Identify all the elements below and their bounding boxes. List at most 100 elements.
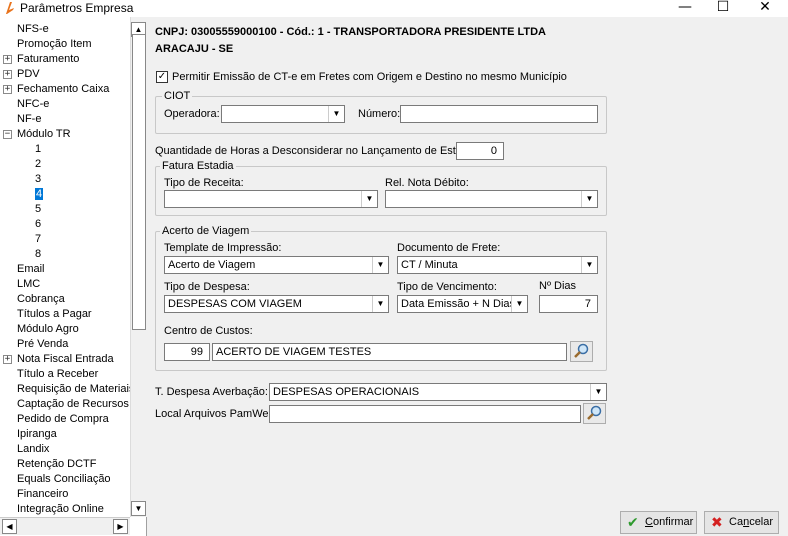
tipo-vencimento-label: Tipo de Vencimento: xyxy=(397,281,497,293)
local-arquivos-input[interactable] xyxy=(269,405,581,423)
expand-icon[interactable]: + xyxy=(3,85,12,94)
tree-item[interactable]: Requisição de Materiais xyxy=(17,382,134,397)
expand-icon[interactable]: + xyxy=(3,355,12,364)
tree-item-label: Nota Fiscal Entrada xyxy=(17,353,114,365)
tree-item[interactable]: 3 xyxy=(35,172,41,187)
tree-item[interactable]: 2 xyxy=(35,157,41,172)
centro-custos-code-input[interactable]: 99 xyxy=(164,343,210,361)
tree-item[interactable]: NFC-e xyxy=(17,97,49,112)
chevron-down-icon[interactable]: ▼ xyxy=(590,384,606,400)
template-impressao-label: Template de Impressão: xyxy=(164,242,282,254)
documento-frete-select[interactable]: CT / Minuta ▼ xyxy=(397,256,598,274)
centro-custos-desc-input[interactable]: ACERTO DE VIAGEM TESTES xyxy=(212,343,567,361)
tree-item[interactable]: LMC xyxy=(17,277,40,292)
tree-item-label: Pré Venda xyxy=(17,338,69,350)
cancelar-button[interactable]: ✖ Cancelar xyxy=(704,511,779,534)
tree-item[interactable]: Cobrança xyxy=(17,292,65,307)
template-impressao-select[interactable]: Acerto de Viagem ▼ xyxy=(164,256,389,274)
numero-input[interactable] xyxy=(400,105,598,123)
n-dias-input[interactable]: 7 xyxy=(539,295,598,313)
tree-item[interactable]: 4 xyxy=(35,187,44,202)
scrollbar-thumb[interactable] xyxy=(132,34,146,330)
tree-item[interactable]: 8 xyxy=(35,247,41,262)
tipo-vencimento-select[interactable]: Data Emissão + N Dias ▼ xyxy=(397,295,528,313)
tree-item-label: Integração Online xyxy=(17,503,104,515)
rel-nota-debito-select[interactable]: ▼ xyxy=(385,190,598,208)
tree-item[interactable]: Integração Online xyxy=(17,502,104,517)
tipo-receita-select[interactable]: ▼ xyxy=(164,190,378,208)
centro-custos-label: Centro de Custos: xyxy=(164,325,253,337)
tree-item[interactable]: Título a Receber xyxy=(17,367,98,382)
tree-item[interactable]: 5 xyxy=(35,202,41,217)
despesa-averbacao-select[interactable]: DESPESAS OPERACIONAIS ▼ xyxy=(269,383,607,401)
scroll-left-button[interactable]: ◀ xyxy=(2,519,17,534)
chevron-down-icon[interactable]: ▼ xyxy=(372,257,388,273)
tree-item[interactable]: + Fechamento Caixa xyxy=(3,82,109,97)
tree-vertical-scrollbar[interactable]: ▲ ▼ xyxy=(130,17,147,517)
tree-item[interactable]: − Módulo TR xyxy=(3,127,71,142)
tree-item-label: 7 xyxy=(35,233,42,245)
chevron-down-icon[interactable]: ▼ xyxy=(581,257,597,273)
tree-item[interactable]: Títulos a Pagar xyxy=(17,307,92,322)
acerto-viagem-title: Acerto de Viagem xyxy=(160,225,252,237)
chevron-down-icon[interactable]: ▼ xyxy=(511,296,527,312)
chevron-down-icon[interactable]: ▼ xyxy=(372,296,388,312)
tree-item[interactable]: + Faturamento xyxy=(3,52,79,67)
chevron-down-icon[interactable]: ▼ xyxy=(361,191,377,207)
collapse-icon[interactable]: − xyxy=(3,130,12,139)
maximize-button[interactable]: ☐ xyxy=(700,0,746,17)
local-arquivos-label: Local Arquivos PamWeb: xyxy=(155,408,278,420)
chevron-down-icon[interactable]: ▼ xyxy=(581,191,597,207)
tree-item[interactable]: + PDV xyxy=(3,67,40,82)
horas-input[interactable]: 0 xyxy=(456,142,504,160)
tree-item-label: Cobrança xyxy=(17,293,65,305)
centro-custos-lookup-button[interactable] xyxy=(570,341,593,362)
tree-item[interactable]: + Nota Fiscal Entrada xyxy=(3,352,114,367)
tree-item[interactable]: NF-e xyxy=(17,112,41,127)
tree-item-label: NF-e xyxy=(17,113,42,125)
ciot-group-title: CIOT xyxy=(162,90,193,102)
rel-nota-debito-label: Rel. Nota Débito: xyxy=(385,177,469,189)
tree-item[interactable]: Equals Conciliação xyxy=(17,472,111,487)
tree-item-label: 3 xyxy=(35,173,42,185)
tree-item[interactable]: Ipiranga xyxy=(17,427,57,442)
tree-item-label: Módulo TR xyxy=(17,128,71,140)
close-button[interactable]: ✕ xyxy=(742,0,788,17)
tree-horizontal-scrollbar[interactable]: ◀ ▶ xyxy=(0,517,130,535)
tree-item[interactable]: Financeiro xyxy=(17,487,68,502)
tree-item-label: Promoção Item xyxy=(17,38,92,50)
tree-item[interactable]: Módulo Agro xyxy=(17,322,79,337)
tree-item[interactable]: Captação de Recursos xyxy=(17,397,129,412)
tree-item-label: 2 xyxy=(35,158,42,170)
tree-item-label: Título a Receber xyxy=(17,368,99,380)
chevron-down-icon[interactable]: ▼ xyxy=(328,106,344,122)
scroll-right-button[interactable]: ▶ xyxy=(113,519,128,534)
tree-item[interactable]: Retenção DCTF xyxy=(17,457,96,472)
tree-item-label: Financeiro xyxy=(17,488,69,500)
tree-item[interactable]: 6 xyxy=(35,217,41,232)
tree-item[interactable]: Landix xyxy=(17,442,49,457)
expand-icon[interactable]: + xyxy=(3,70,12,79)
checkmark-icon: ✔ xyxy=(627,515,639,531)
fatura-estadia-title: Fatura Estadia xyxy=(160,160,236,172)
tree-item-label: Email xyxy=(17,263,45,275)
expand-icon[interactable]: + xyxy=(3,55,12,64)
scroll-down-button[interactable]: ▼ xyxy=(131,501,146,516)
confirmar-button[interactable]: ✔ Confirmar xyxy=(620,511,697,534)
tipo-despesa-select[interactable]: DESPESAS COM VIAGEM ▼ xyxy=(164,295,389,313)
local-arquivos-lookup-button[interactable] xyxy=(583,403,606,424)
tree-item[interactable]: 7 xyxy=(35,232,41,247)
tree-item[interactable]: Promoção Item xyxy=(17,37,92,52)
permitir-cte-label: Permitir Emissão de CT-e em Fretes com O… xyxy=(172,71,567,83)
operadora-select[interactable]: ▼ xyxy=(221,105,345,123)
tree-item[interactable]: 1 xyxy=(35,142,41,157)
despesa-averbacao-label: T. Despesa Averbação: xyxy=(155,386,268,398)
permitir-cte-checkbox[interactable]: ✓ xyxy=(156,71,168,83)
tree-item[interactable]: Pedido de Compra xyxy=(17,412,109,427)
tree-item-label: 1 xyxy=(35,143,42,155)
tipo-receita-label: Tipo de Receita: xyxy=(164,177,244,189)
tree-item[interactable]: Pré Venda xyxy=(17,337,68,352)
documento-frete-label: Documento de Frete: xyxy=(397,242,501,254)
tree-item[interactable]: Email xyxy=(17,262,45,277)
tree-item[interactable]: NFS-e xyxy=(17,22,49,37)
